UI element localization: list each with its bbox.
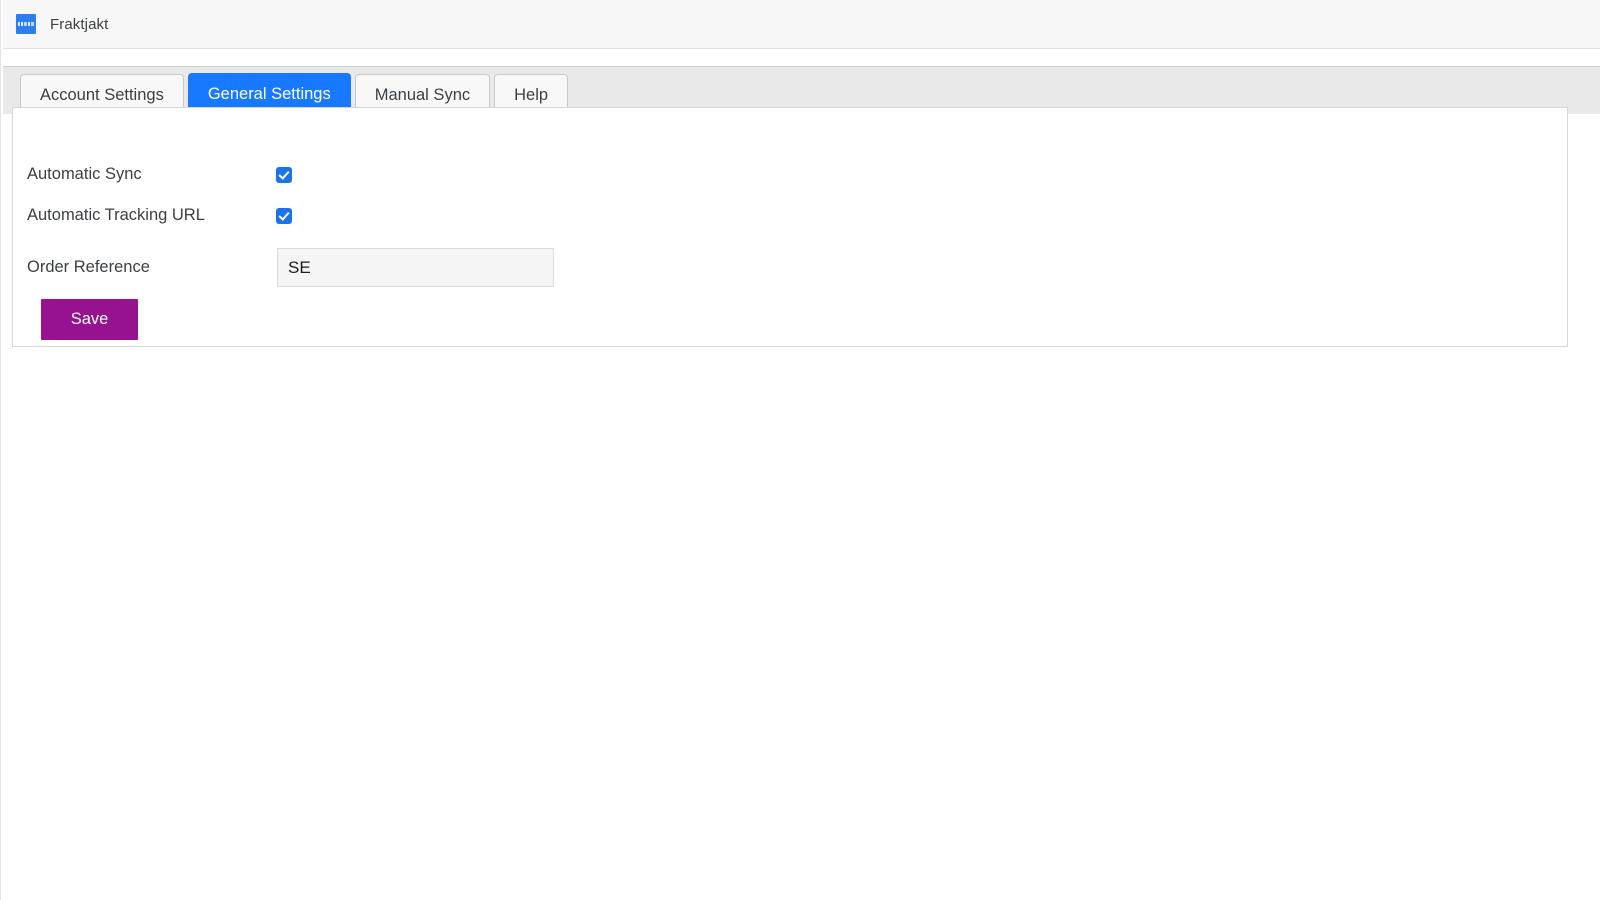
save-button[interactable]: Save bbox=[41, 299, 138, 340]
app-title: Fraktjakt bbox=[50, 15, 109, 33]
row-automatic-tracking-url: Automatic Tracking URL bbox=[27, 195, 1567, 236]
automatic-sync-checkbox[interactable] bbox=[277, 167, 291, 182]
automatic-sync-label: Automatic Sync bbox=[27, 165, 142, 184]
settings-panel: Automatic Sync Automatic Tracking URL Or… bbox=[12, 107, 1568, 347]
order-reference-input[interactable] bbox=[277, 248, 554, 287]
logo-glyph bbox=[18, 22, 34, 26]
automatic-tracking-url-checkbox[interactable] bbox=[277, 208, 291, 223]
fraktjakt-logo-icon bbox=[16, 14, 36, 34]
app-header: Fraktjakt bbox=[3, 0, 1600, 49]
order-reference-label: Order Reference bbox=[27, 258, 150, 277]
general-settings-form: Automatic Sync Automatic Tracking URL Or… bbox=[13, 108, 1567, 340]
content-left-edge bbox=[0, 0, 1, 900]
check-icon bbox=[278, 167, 290, 180]
row-order-reference: Order Reference bbox=[27, 247, 1567, 288]
row-automatic-sync: Automatic Sync bbox=[27, 154, 1567, 195]
page-root: Fraktjakt Account Settings General Setti… bbox=[0, 0, 1600, 900]
automatic-tracking-url-label: Automatic Tracking URL bbox=[27, 206, 205, 225]
check-icon bbox=[278, 208, 290, 221]
